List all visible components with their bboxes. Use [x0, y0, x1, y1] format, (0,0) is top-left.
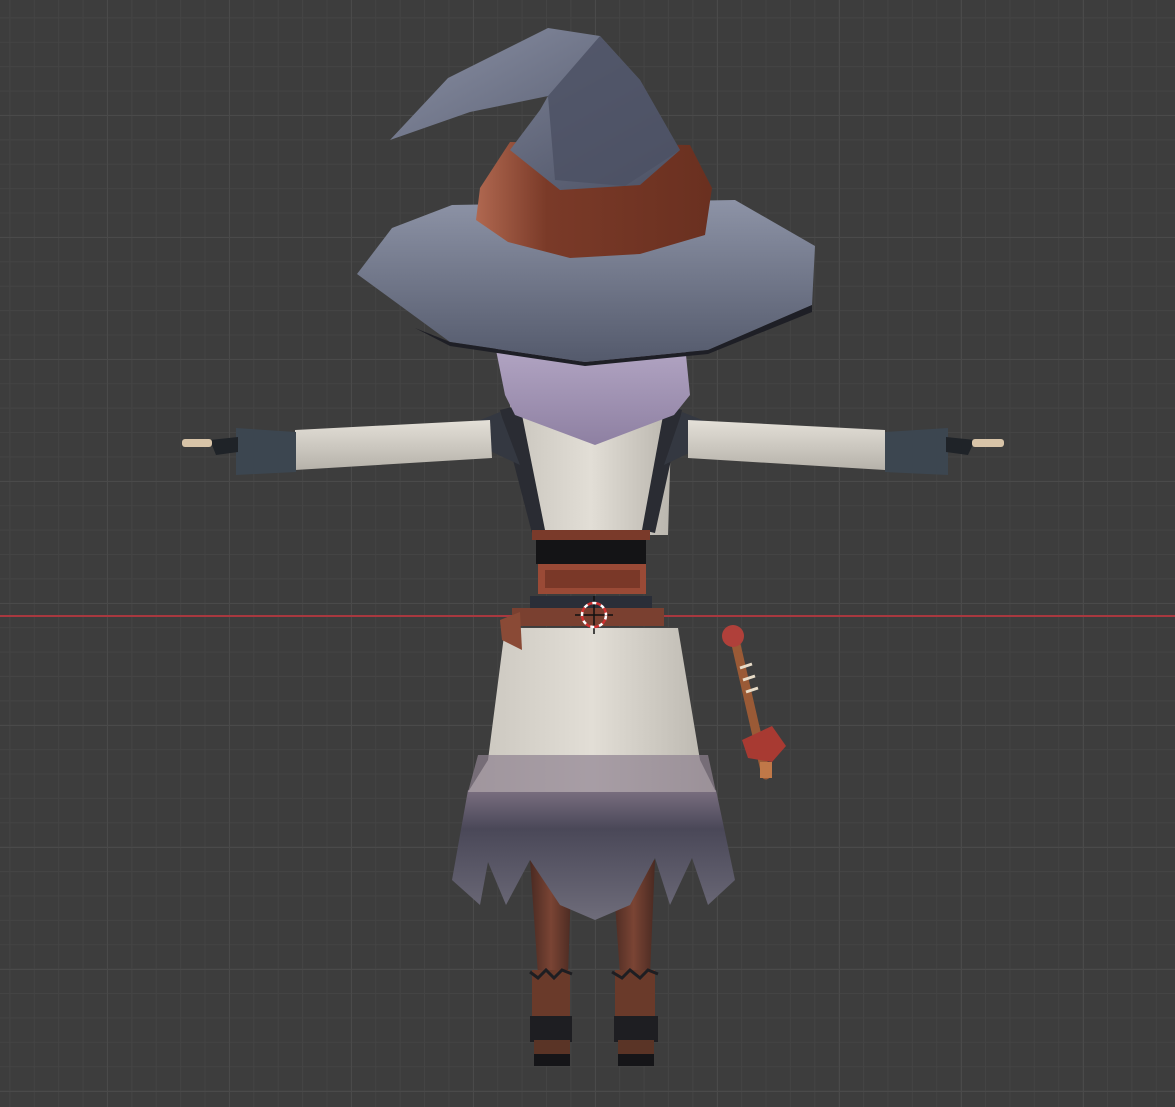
wand: [722, 625, 786, 780]
3d-cursor-icon[interactable]: [575, 596, 613, 634]
3d-viewport[interactable]: [0, 0, 1175, 1107]
witch-model[interactable]: [0, 0, 1175, 1107]
boots: [529, 967, 659, 1066]
skirt-trim: [452, 790, 735, 920]
